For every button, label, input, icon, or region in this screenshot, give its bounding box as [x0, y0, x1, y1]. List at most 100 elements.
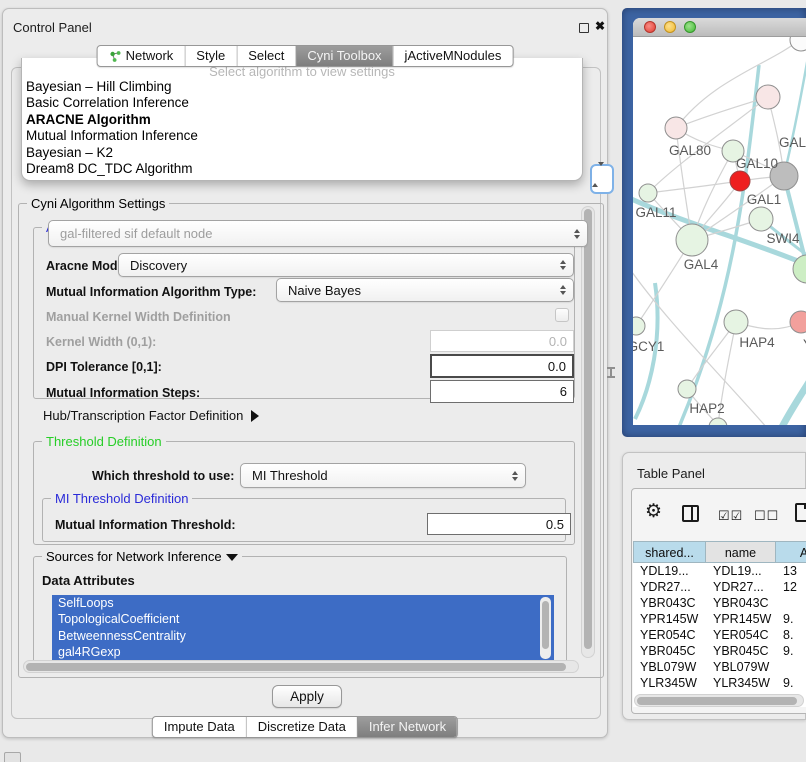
data-attributes-list[interactable]: SelfLoopsTopologicalCoefficientBetweenne…	[52, 595, 554, 661]
algorithm-option[interactable]: Bayesian – Hill Climbing	[22, 79, 582, 95]
settings-vertical-scrollbar[interactable]	[581, 206, 595, 658]
network-node[interactable]	[676, 224, 708, 256]
network-graph[interactable]: GALGAL80GAL10GAL1GAL11SWI4GAL4GCY1HAP4YH…	[633, 37, 806, 425]
mi-steps-field[interactable]: 6	[430, 380, 574, 403]
table-horizontal-scrollbar[interactable]	[634, 694, 804, 707]
kernel-width-field[interactable]: 0.0	[430, 330, 574, 352]
table-column-header[interactable]: A	[776, 541, 806, 563]
manual-kernel-checkbox[interactable]	[555, 308, 569, 322]
network-node[interactable]	[665, 117, 687, 139]
network-node-label: HAP2	[689, 401, 724, 416]
attribute-list-item[interactable]: TopologicalCoefficient	[52, 611, 554, 627]
which-threshold-combo[interactable]: MI Threshold	[240, 463, 526, 488]
aracne-mode-combo[interactable]: Discovery	[118, 253, 574, 277]
algorithm-option[interactable]: Dream8 DC_TDC Algorithm	[22, 161, 582, 177]
combo-arrows-icon	[512, 471, 518, 481]
threshold-definition-group: Threshold Definition Which threshold to …	[33, 441, 575, 545]
zoom-traffic-light-icon[interactable]	[684, 21, 696, 33]
document-icon[interactable]	[795, 503, 806, 522]
table-row[interactable]: YDL19...YDL19...13	[633, 563, 806, 579]
table-row[interactable]: YDR27...YDR27...12	[633, 579, 806, 595]
chevron-down-icon	[226, 554, 238, 561]
tab-cyni-toolbox[interactable]: Cyni Toolbox	[295, 46, 392, 66]
table-row[interactable]: YBL079WYBL079W	[633, 659, 806, 675]
table-row[interactable]: YLR345WYLR345W9.	[633, 675, 806, 691]
network-node[interactable]	[724, 310, 748, 334]
dpi-tolerance-field[interactable]: 0.0	[430, 354, 574, 378]
network-node[interactable]	[749, 207, 773, 231]
network-table-combo-value: gal-filtered sif default node	[60, 226, 212, 241]
network-node[interactable]	[678, 380, 696, 398]
chevron-right-icon	[251, 410, 259, 422]
tab-jactivemnodules[interactable]: jActiveMNodules	[393, 46, 513, 66]
attribute-list-item[interactable]: SelfLoops	[52, 595, 554, 611]
network-node[interactable]	[756, 85, 780, 109]
inference-algorithm-combo-partial[interactable]	[590, 164, 614, 194]
network-window-titlebar[interactable]	[633, 18, 806, 37]
attributes-scrollbar[interactable]	[540, 597, 551, 659]
settings-group-title: Cyni Algorithm Settings	[27, 196, 169, 211]
table-row[interactable]: YER054CYER054C8.	[633, 627, 806, 643]
bottom-tab-impute-data[interactable]: Impute Data	[153, 717, 246, 737]
table-row[interactable]: YPR145WYPR145W9.	[633, 611, 806, 627]
tab-label: Impute Data	[164, 717, 235, 737]
table-column-header[interactable]: name	[706, 541, 776, 563]
tab-select[interactable]: Select	[236, 46, 295, 66]
hub-definition-expander[interactable]: Hub/Transcription Factor Definition	[43, 408, 259, 423]
network-node[interactable]	[790, 37, 806, 51]
attribute-list-item[interactable]: gal4RGexp	[52, 644, 554, 660]
mi-threshold-field[interactable]: 0.5	[427, 513, 571, 535]
algorithm-dropdown-popup: Select algorithm to view settings Bayesi…	[21, 58, 583, 181]
close-traffic-light-icon[interactable]	[644, 21, 656, 33]
apply-button[interactable]: Apply	[272, 685, 342, 708]
table-row[interactable]: YBR045CYBR045C9.	[633, 643, 806, 659]
algorithm-option[interactable]: Basic Correlation Inference	[22, 95, 582, 111]
table-cell: YBR043C	[706, 595, 776, 611]
tab-label: Select	[248, 46, 284, 66]
table-column-header[interactable]: shared...	[633, 541, 706, 563]
table-cell: YPR145W	[706, 611, 776, 627]
network-node[interactable]	[709, 418, 727, 425]
algorithm-option[interactable]: Bayesian – K2	[22, 145, 582, 161]
float-icon[interactable]	[579, 23, 589, 33]
network-edge[interactable]	[781, 363, 806, 425]
network-edge[interactable]	[648, 181, 740, 193]
mi-threshold-definition-title: MI Threshold Definition	[51, 491, 192, 506]
network-window: GALGAL80GAL10GAL1GAL11SWI4GAL4GCY1HAP4YH…	[633, 18, 806, 425]
close-icon[interactable]: ✖	[595, 19, 605, 33]
network-node[interactable]	[790, 311, 806, 333]
mouse-cursor	[607, 367, 615, 378]
minimize-traffic-light-icon[interactable]	[664, 21, 676, 33]
combo-arrows-icon	[560, 285, 566, 295]
attribute-list-item[interactable]: BetweennessCentrality	[52, 628, 554, 644]
node-table[interactable]: shared...nameA YDL19...YDL19...13YDR27..…	[633, 541, 806, 707]
combo-arrows-icon	[574, 229, 580, 239]
table-cell: 9.	[776, 675, 806, 691]
bottom-tab-discretize-data[interactable]: Discretize Data	[246, 717, 357, 737]
network-table-combo[interactable]: gal-filtered sif default node	[48, 220, 588, 247]
network-edge[interactable]	[676, 39, 801, 128]
table-cell	[776, 595, 806, 611]
network-node[interactable]	[633, 317, 645, 335]
minimized-panel-icon[interactable]	[4, 752, 21, 762]
table-row[interactable]: YBR043CYBR043C	[633, 595, 806, 611]
mi-type-combo[interactable]: Naive Bayes	[276, 278, 574, 302]
network-node[interactable]	[730, 171, 750, 191]
network-node[interactable]	[639, 184, 657, 202]
network-icon	[109, 50, 122, 63]
table-cell: 12	[776, 579, 806, 595]
table-cell: YER054C	[706, 627, 776, 643]
network-edge[interactable]	[784, 57, 806, 176]
algorithm-option[interactable]: Mutual Information Inference	[22, 128, 582, 144]
network-node-label: SWI4	[766, 231, 799, 246]
unchecked-boxes-icon[interactable]: ☐☐	[754, 508, 779, 524]
columns-icon[interactable]	[682, 505, 699, 522]
bottom-tab-infer-network[interactable]: Infer Network	[357, 717, 457, 737]
tab-label: Discretize Data	[258, 717, 346, 737]
checked-boxes-icon[interactable]: ☑☑	[718, 508, 743, 524]
settings-horizontal-scrollbar[interactable]	[23, 660, 579, 673]
tab-style[interactable]: Style	[184, 46, 236, 66]
algorithm-option[interactable]: ARACNE Algorithm	[22, 112, 582, 128]
gear-icon[interactable]: ⚙	[645, 502, 662, 521]
tab-network[interactable]: Network	[98, 46, 185, 66]
